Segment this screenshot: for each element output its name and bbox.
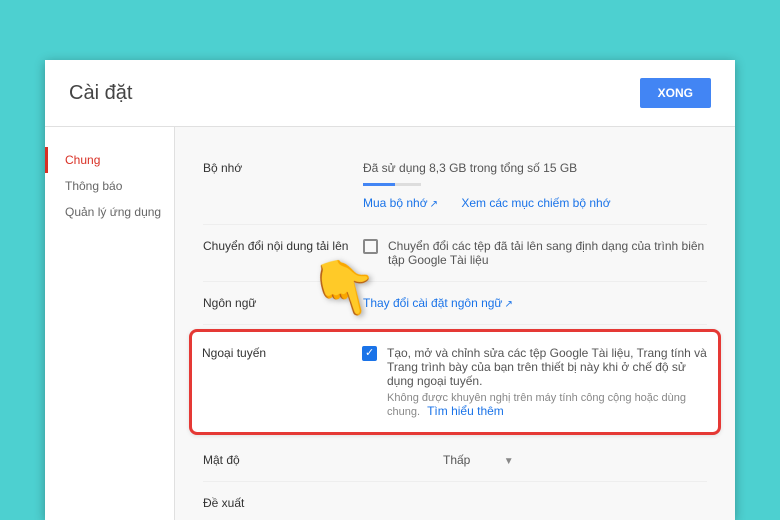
storage-row: Bộ nhớ Đã sử dụng 8,3 GB trong tổng số 1… <box>203 147 707 225</box>
sidebar-item-manage-apps[interactable]: Quản lý ứng dụng <box>65 199 174 225</box>
chevron-down-icon: ▼ <box>504 456 514 467</box>
uploads-row: Chuyển đổi nội dung tải lên Chuyển đổi c… <box>203 225 707 282</box>
offline-label: Ngoại tuyến <box>202 346 362 418</box>
density-value: Thấp ▼ <box>363 453 707 467</box>
suggest-label: Đề xuất <box>203 496 363 510</box>
storage-usage-text: Đã sử dụng 8,3 GB trong tổng số 15 GB <box>363 161 707 175</box>
language-value: Thay đổi cài đặt ngôn ngữ↗ <box>363 296 707 310</box>
uploads-label: Chuyển đổi nội dung tải lên <box>203 239 363 267</box>
sidebar-item-notifications[interactable]: Thông báo <box>65 173 174 199</box>
buy-storage-link[interactable]: Mua bộ nhớ↗ <box>363 196 441 210</box>
change-language-link[interactable]: Thay đổi cài đặt ngôn ngữ↗ <box>363 296 513 310</box>
settings-sidebar: Chung Thông báo Quản lý ứng dụng <box>45 127 175 520</box>
offline-row: Ngoại tuyến Tạo, mở và chỉnh sửa các tệp… <box>189 329 721 435</box>
convert-uploads-checkbox[interactable] <box>363 239 378 254</box>
storage-label: Bộ nhớ <box>203 161 363 210</box>
sidebar-item-general[interactable]: Chung <box>65 147 174 173</box>
suggest-row: Đề xuất <box>203 482 707 520</box>
settings-dialog: Cài đặt XONG Chung Thông báo Quản lý ứng… <box>45 60 735 520</box>
uploads-value: Chuyển đổi các tệp đã tải lên sang định … <box>363 239 707 267</box>
storage-progress-fill <box>363 183 395 186</box>
density-dropdown[interactable]: Thấp ▼ <box>363 453 514 467</box>
settings-content: Bộ nhớ Đã sử dụng 8,3 GB trong tổng số 1… <box>175 127 735 520</box>
storage-value: Đã sử dụng 8,3 GB trong tổng số 15 GB Mu… <box>363 161 707 210</box>
dialog-header: Cài đặt XONG <box>45 60 735 127</box>
learn-more-link[interactable]: Tìm hiểu thêm <box>427 404 504 418</box>
dialog-body: Chung Thông báo Quản lý ứng dụng Bộ nhớ … <box>45 127 735 520</box>
offline-value: Tạo, mở và chỉnh sửa các tệp Google Tài … <box>362 346 708 418</box>
language-label: Ngôn ngữ <box>203 296 363 310</box>
external-icon: ↗ <box>430 199 438 210</box>
density-label: Mật độ <box>203 453 363 467</box>
offline-checkbox[interactable] <box>362 346 377 361</box>
storage-progress <box>363 183 421 186</box>
density-row: Mật độ Thấp ▼ <box>203 439 707 482</box>
done-button[interactable]: XONG <box>640 78 711 108</box>
view-storage-link[interactable]: Xem các mục chiếm bộ nhớ <box>461 196 610 210</box>
language-row: Ngôn ngữ Thay đổi cài đặt ngôn ngữ↗ <box>203 282 707 325</box>
external-icon: ↗ <box>504 299 512 310</box>
uploads-desc: Chuyển đổi các tệp đã tải lên sang định … <box>388 239 707 267</box>
offline-desc: Tạo, mở và chỉnh sửa các tệp Google Tài … <box>387 346 708 388</box>
dialog-title: Cài đặt <box>69 82 132 105</box>
